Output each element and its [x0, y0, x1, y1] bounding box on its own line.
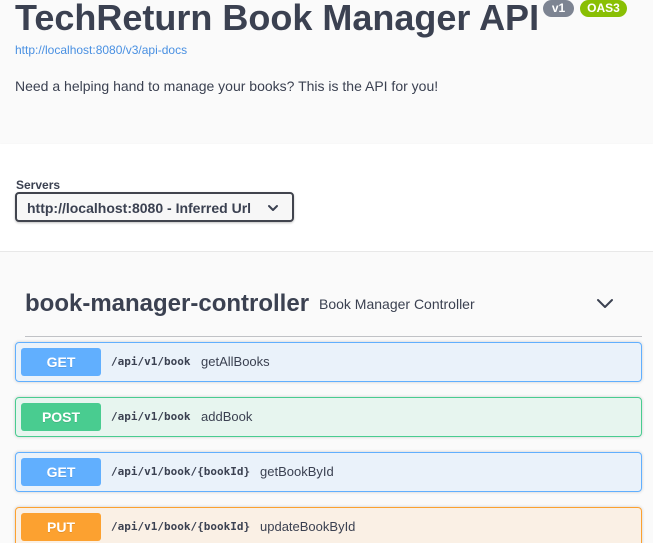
operation-path: /api/v1/book	[111, 410, 191, 423]
method-badge-put: PUT	[21, 513, 101, 541]
oas-badge: OAS3	[580, 0, 627, 17]
operation-summary: getBookById	[260, 464, 334, 479]
api-description: Need a helping hand to manage your books…	[15, 78, 439, 94]
method-badge-get: GET	[21, 348, 101, 376]
operation-get-all-books[interactable]: GET /api/v1/book getAllBooks	[15, 342, 642, 382]
operation-summary: updateBookById	[260, 519, 356, 534]
operation-path: /api/v1/book/{bookId}	[111, 520, 251, 533]
operation-path: /api/v1/book/{bookId}	[111, 465, 251, 478]
server-select-value: http://localhost:8080 - Inferred Url	[27, 200, 252, 216]
operation-update-book-by-id[interactable]: PUT /api/v1/book/{bookId} updateBookById	[15, 507, 642, 543]
operation-summary: getAllBooks	[201, 354, 270, 369]
method-badge-get: GET	[21, 458, 101, 486]
version-badge: v1	[543, 0, 574, 17]
tag-name: book-manager-controller	[25, 290, 310, 317]
server-select[interactable]: http://localhost:8080 - Inferred Url	[15, 192, 294, 222]
tag-header-book-manager-controller[interactable]: book-manager-controller Book Manager Con…	[25, 282, 642, 337]
chevron-down-icon[interactable]	[595, 294, 615, 314]
operation-summary: addBook	[201, 409, 253, 424]
api-info-section: TechReturn Book Manager API v1 OAS3 http…	[0, 0, 653, 144]
servers-section: Servers http://localhost:8080 - Inferred…	[0, 144, 653, 252]
tag-description: Book Manager Controller	[319, 296, 475, 312]
operation-add-book[interactable]: POST /api/v1/book addBook	[15, 397, 642, 437]
operation-get-book-by-id[interactable]: GET /api/v1/book/{bookId} getBookById	[15, 452, 642, 492]
servers-label: Servers	[16, 178, 61, 192]
api-title: TechReturn Book Manager API	[15, 0, 540, 38]
operation-path: /api/v1/book	[111, 355, 191, 368]
chevron-down-icon	[268, 205, 278, 211]
api-docs-link[interactable]: http://localhost:8080/v3/api-docs	[15, 43, 187, 57]
method-badge-post: POST	[21, 403, 101, 431]
